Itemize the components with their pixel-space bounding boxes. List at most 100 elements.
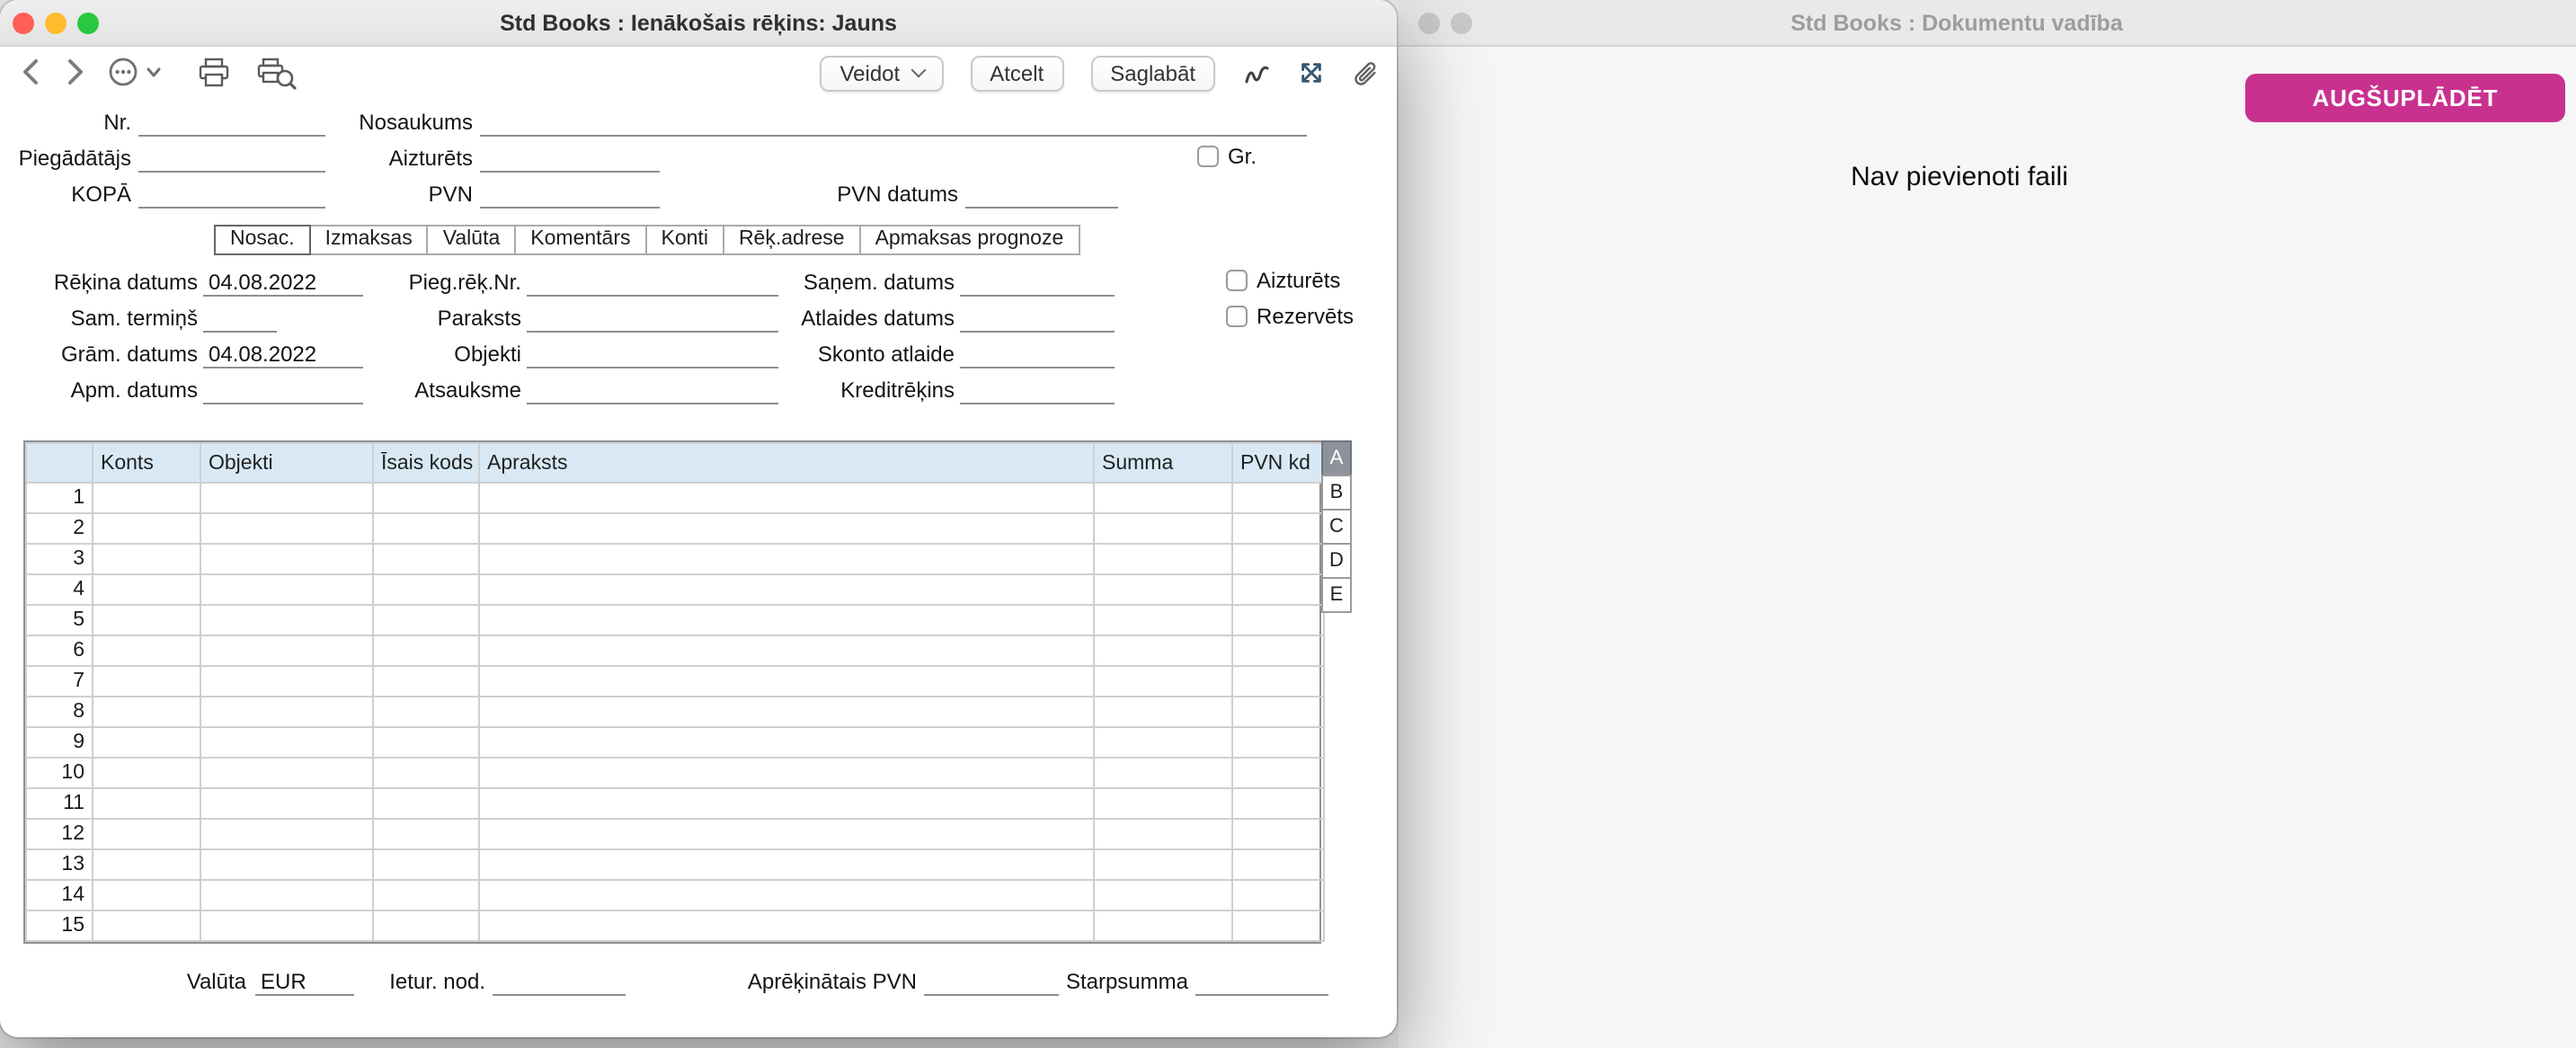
table-cell[interactable] bbox=[479, 697, 1094, 727]
table-cell[interactable] bbox=[93, 513, 200, 544]
table-cell[interactable] bbox=[93, 758, 200, 788]
back-button[interactable] bbox=[18, 58, 47, 92]
atlaides-datums-input[interactable] bbox=[960, 304, 1115, 333]
table-cell[interactable] bbox=[373, 880, 479, 910]
table-cell[interactable] bbox=[479, 819, 1094, 849]
table-cell[interactable] bbox=[200, 635, 373, 666]
atcelt-button[interactable]: Atcelt bbox=[970, 55, 1063, 91]
table-cell[interactable] bbox=[479, 513, 1094, 544]
operations-menu-button[interactable] bbox=[108, 56, 165, 93]
table-cell[interactable] bbox=[479, 727, 1094, 758]
table-cell[interactable] bbox=[93, 849, 200, 880]
zoom-button[interactable] bbox=[77, 13, 99, 34]
table-cell[interactable] bbox=[200, 605, 373, 635]
table-cell[interactable] bbox=[373, 910, 479, 941]
table-cell[interactable] bbox=[1232, 880, 1324, 910]
skonto-atlaide-input[interactable] bbox=[960, 340, 1115, 369]
table-cell[interactable] bbox=[373, 697, 479, 727]
table-cell[interactable] bbox=[200, 910, 373, 941]
table-cell[interactable] bbox=[1094, 483, 1232, 513]
aprekinatais-pvn-input[interactable] bbox=[924, 967, 1059, 996]
nr-input[interactable] bbox=[138, 108, 325, 137]
table-cell[interactable] bbox=[200, 697, 373, 727]
table-cell[interactable] bbox=[373, 666, 479, 697]
rekina-datums-input[interactable]: 04.08.2022 bbox=[203, 268, 363, 297]
table-cell[interactable] bbox=[1094, 788, 1232, 819]
table-cell[interactable] bbox=[1232, 758, 1324, 788]
matrix-tab-b[interactable]: B bbox=[1321, 475, 1352, 511]
table-cell[interactable] bbox=[200, 727, 373, 758]
attachments-button[interactable] bbox=[1352, 58, 1379, 87]
tab-valūta[interactable]: Valūta bbox=[427, 225, 517, 255]
objekti-input[interactable] bbox=[527, 340, 778, 369]
table-cell[interactable] bbox=[200, 544, 373, 574]
expand-button[interactable] bbox=[1298, 59, 1325, 86]
table-cell[interactable] bbox=[93, 666, 200, 697]
table-cell[interactable] bbox=[1232, 574, 1324, 605]
veidot-button[interactable]: Veidot bbox=[820, 55, 943, 91]
table-cell[interactable] bbox=[93, 697, 200, 727]
table-row[interactable]: 13 bbox=[26, 849, 1324, 880]
table-cell[interactable] bbox=[200, 880, 373, 910]
forward-button[interactable] bbox=[59, 58, 88, 92]
pieg-rek-nr-input[interactable] bbox=[527, 268, 778, 297]
table-cell[interactable] bbox=[1094, 605, 1232, 635]
nosaukums-input[interactable] bbox=[480, 108, 1307, 137]
table-cell[interactable] bbox=[1094, 910, 1232, 941]
table-cell[interactable] bbox=[200, 758, 373, 788]
table-row[interactable]: 7 bbox=[26, 666, 1324, 697]
table-cell[interactable] bbox=[93, 819, 200, 849]
table-cell[interactable] bbox=[1094, 666, 1232, 697]
tab-komentārs[interactable]: Komentārs bbox=[514, 225, 646, 255]
table-cell[interactable] bbox=[93, 788, 200, 819]
table-row[interactable]: 9 bbox=[26, 727, 1324, 758]
gr-checkbox[interactable] bbox=[1197, 146, 1219, 167]
matrix-tab-a[interactable]: A bbox=[1321, 440, 1352, 476]
table-cell[interactable] bbox=[1094, 574, 1232, 605]
table-row[interactable]: 3 bbox=[26, 544, 1324, 574]
table-cell[interactable] bbox=[93, 910, 200, 941]
table-cell[interactable] bbox=[1094, 849, 1232, 880]
kopa-input[interactable] bbox=[138, 180, 325, 209]
rezervets-checkbox[interactable] bbox=[1226, 306, 1248, 327]
table-row[interactable]: 5 bbox=[26, 605, 1324, 635]
table-cell[interactable] bbox=[93, 880, 200, 910]
tab-konti[interactable]: Konti bbox=[645, 225, 724, 255]
table-cell[interactable] bbox=[200, 788, 373, 819]
gram-datums-input[interactable]: 04.08.2022 bbox=[203, 340, 363, 369]
aizturets-checkbox[interactable] bbox=[1226, 270, 1248, 291]
pvn-datums-input[interactable] bbox=[965, 180, 1118, 209]
table-cell[interactable] bbox=[479, 483, 1094, 513]
table-cell[interactable] bbox=[200, 666, 373, 697]
matrix-tab-c[interactable]: C bbox=[1321, 509, 1352, 545]
table-cell[interactable] bbox=[479, 635, 1094, 666]
table-cell[interactable] bbox=[1094, 758, 1232, 788]
table-cell[interactable] bbox=[93, 605, 200, 635]
table-cell[interactable] bbox=[479, 666, 1094, 697]
table-cell[interactable] bbox=[479, 910, 1094, 941]
ietur-nod-input[interactable] bbox=[493, 967, 626, 996]
table-cell[interactable] bbox=[373, 635, 479, 666]
table-cell[interactable] bbox=[1232, 910, 1324, 941]
table-cell[interactable] bbox=[200, 483, 373, 513]
table-cell[interactable] bbox=[1232, 727, 1324, 758]
table-row[interactable]: 1 bbox=[26, 483, 1324, 513]
table-cell[interactable] bbox=[479, 544, 1094, 574]
table-cell[interactable] bbox=[373, 544, 479, 574]
table-cell[interactable] bbox=[479, 849, 1094, 880]
table-row[interactable]: 15 bbox=[26, 910, 1324, 941]
valuta-input[interactable]: EUR bbox=[255, 967, 354, 996]
table-cell[interactable] bbox=[1094, 819, 1232, 849]
minimize-button[interactable] bbox=[45, 13, 67, 34]
table-cell[interactable] bbox=[1232, 697, 1324, 727]
table-cell[interactable] bbox=[479, 574, 1094, 605]
kreditrekins-input[interactable] bbox=[960, 376, 1115, 404]
upload-button[interactable]: AUGŠUPLĀDĒT bbox=[2245, 74, 2565, 122]
signature-button[interactable] bbox=[1242, 58, 1271, 87]
table-cell[interactable] bbox=[373, 513, 479, 544]
table-row[interactable]: 4 bbox=[26, 574, 1324, 605]
table-cell[interactable] bbox=[93, 635, 200, 666]
table-row[interactable]: 14 bbox=[26, 880, 1324, 910]
table-row[interactable]: 11 bbox=[26, 788, 1324, 819]
table-cell[interactable] bbox=[1232, 819, 1324, 849]
